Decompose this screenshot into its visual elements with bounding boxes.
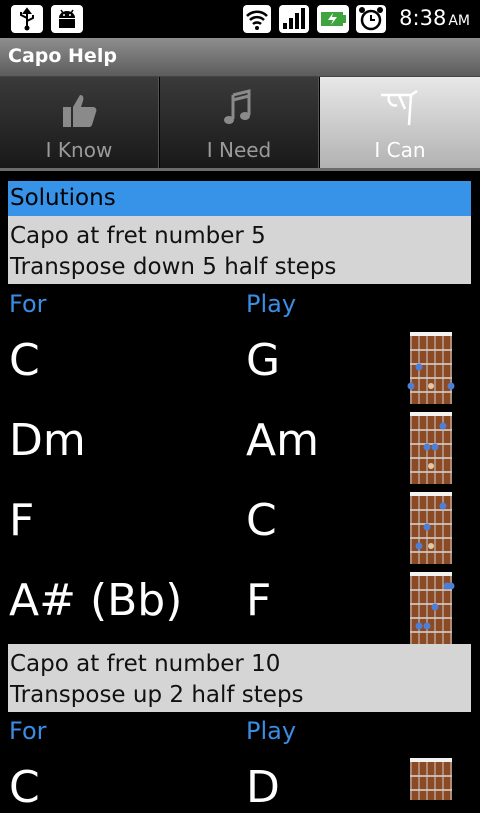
chord-diagram-d[interactable]: [406, 756, 456, 800]
android-debug-icon: [51, 5, 83, 33]
alarm-icon: [356, 5, 386, 33]
tab-bar: I Know I Need I Can: [0, 77, 480, 168]
tab-label: I Need: [206, 138, 272, 162]
for-chord: C: [9, 762, 40, 813]
tab-i-need[interactable]: I Need: [160, 77, 319, 168]
battery-charging-icon: [317, 5, 349, 33]
chord-diagram-g[interactable]: [406, 330, 456, 404]
chord-diagram-c[interactable]: [406, 490, 456, 564]
tab-divider: [0, 168, 480, 171]
music-note-icon: [224, 89, 251, 124]
for-chord: Dm: [9, 415, 86, 466]
solution-summary: Capo at fret number 10 Transpose up 2 ha…: [8, 644, 471, 712]
for-chord: A# (Bb): [9, 575, 183, 626]
play-column-header: Play: [246, 290, 297, 318]
chord-diagram-f[interactable]: [406, 570, 456, 644]
tab-label: I Know: [45, 138, 113, 162]
play-chord: F: [246, 575, 272, 626]
status-bar: 8:38 AM: [0, 0, 480, 38]
signal-icon: [279, 5, 309, 33]
play-column-header: Play: [246, 717, 297, 745]
thumbs-up-icon: [63, 95, 97, 127]
tab-label: I Can: [374, 138, 426, 162]
usb-icon: [11, 5, 43, 33]
app-title: Capo Help: [8, 45, 117, 67]
play-chord: C: [246, 495, 277, 546]
tab-i-know[interactable]: I Know: [0, 77, 159, 168]
wifi-icon: [243, 5, 271, 33]
play-chord: D: [246, 762, 280, 813]
for-chord: F: [9, 495, 35, 546]
tab-i-can[interactable]: I Can: [320, 77, 480, 168]
solution-capo-text: Capo at fret number 10: [10, 651, 281, 677]
status-time: 8:38 AM: [399, 6, 470, 30]
chord-diagram-am[interactable]: [406, 410, 456, 484]
play-chord: Am: [246, 415, 319, 466]
for-chord: C: [9, 335, 40, 386]
title-bar: Capo Help: [0, 38, 480, 77]
solution-summary: Capo at fret number 5 Transpose down 5 h…: [8, 216, 471, 284]
capo-icon: [381, 89, 418, 126]
for-column-header: For: [9, 717, 47, 745]
for-column-header: For: [9, 290, 47, 318]
play-chord: G: [246, 335, 281, 386]
solution-transpose-text: Transpose down 5 half steps: [10, 254, 337, 280]
solution-capo-text: Capo at fret number 5: [10, 223, 266, 249]
solutions-header: Solutions: [8, 181, 471, 216]
solution-transpose-text: Transpose up 2 half steps: [10, 682, 304, 708]
